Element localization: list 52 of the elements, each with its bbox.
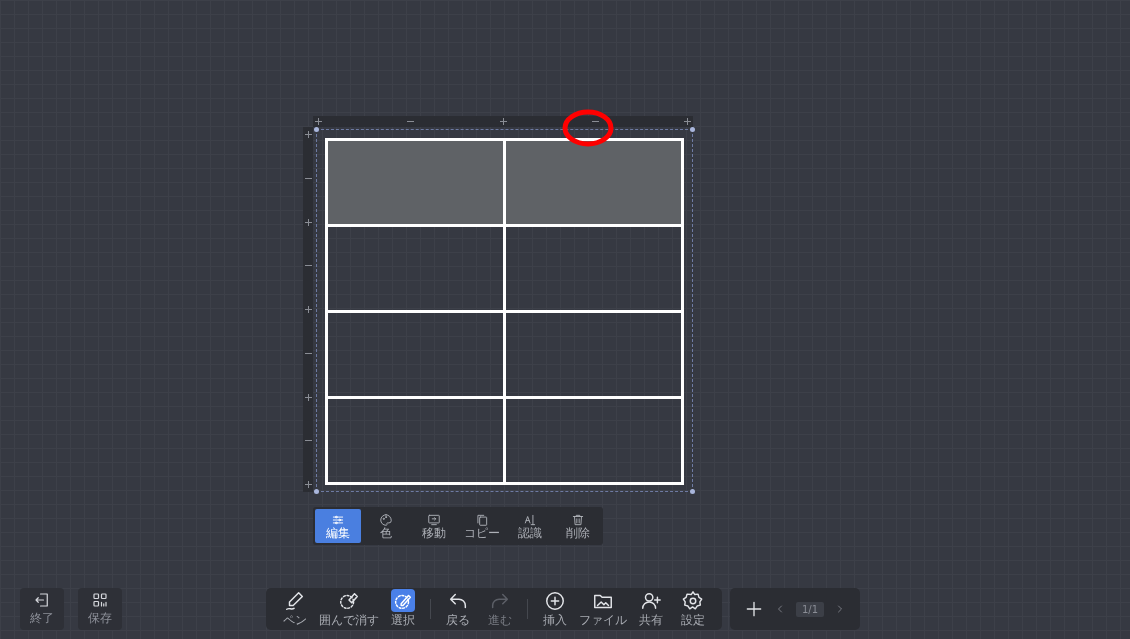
plus-icon[interactable] [684,118,691,125]
exit-icon [33,591,51,609]
copy-icon [475,513,489,527]
add-page-button[interactable] [744,599,764,619]
plus-circle-icon [544,589,566,612]
highlight-circle [561,108,615,148]
tool-button[interactable]: 共有 [630,589,672,629]
context-menu-item[interactable]: コピー [459,509,505,543]
resize-handle[interactable] [314,489,319,494]
plus-icon [744,599,764,619]
tool-button[interactable]: 戻る [437,589,479,629]
table-cell[interactable] [504,225,683,312]
context-menu-item[interactable]: 移動 [411,509,457,543]
tool-button[interactable]: 囲んで消す [316,589,382,629]
qr-grid-icon [91,591,109,609]
trash-icon [571,513,585,527]
plus-icon[interactable] [304,131,312,138]
tool-button[interactable]: 選択 [382,589,424,629]
sliders-icon [331,513,345,527]
minus-icon[interactable] [407,118,415,125]
context-menu-item[interactable]: 編集 [315,509,361,543]
table-cell[interactable] [326,311,505,398]
plus-icon[interactable] [304,218,312,226]
table-cell[interactable] [504,139,683,226]
resize-handle[interactable] [314,127,319,132]
context-menu-item[interactable]: 色 [363,509,409,543]
resize-handle[interactable] [690,127,695,132]
resize-handle[interactable] [690,489,695,494]
plus-icon[interactable] [304,393,312,401]
toolbar-button[interactable]: 保存 [78,588,122,630]
tool-button[interactable]: 挿入 [534,589,576,629]
plus-icon[interactable] [304,306,312,313]
context-menu-item[interactable]: 認識 [507,509,553,543]
page-indicator: 1/1 [796,601,825,617]
settings-icon [682,589,704,612]
table-cell[interactable] [504,311,683,398]
plus-icon[interactable] [315,118,322,125]
tool-button[interactable]: 設定 [672,589,714,629]
context-menu-item[interactable]: 削除 [555,509,601,543]
table-cell[interactable] [504,397,683,484]
toolbar-button[interactable]: 終了 [20,588,64,630]
pen-icon [284,589,306,612]
plus-icon[interactable] [304,481,312,488]
tool-button[interactable]: ファイル [576,589,630,629]
table-cell[interactable] [326,225,505,312]
minus-icon[interactable] [591,118,599,125]
plus-icon[interactable] [499,118,507,125]
table-cell[interactable] [326,397,505,484]
text-recognize-icon [523,513,537,527]
palette-icon [379,513,393,527]
table-cell[interactable] [326,139,505,226]
tool-button[interactable]: ペン [274,589,316,629]
